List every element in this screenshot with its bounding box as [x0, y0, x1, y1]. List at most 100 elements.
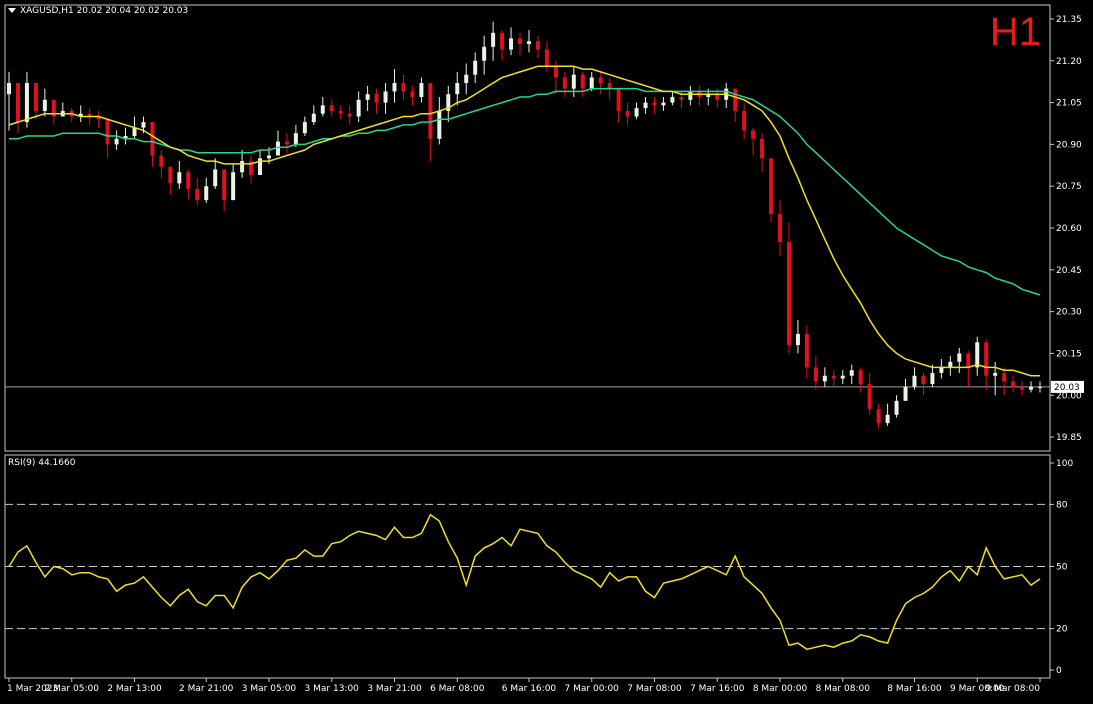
time-axis-label: 8 Mar 00:00 [753, 684, 808, 694]
price-axis-label: 20.90 [1056, 140, 1082, 150]
candle-body [186, 172, 191, 189]
candle-body [616, 88, 621, 111]
candle-body [132, 127, 137, 137]
price-axis-label: 21.20 [1056, 57, 1082, 67]
candle-body [464, 74, 469, 84]
candle-body [1011, 381, 1016, 387]
rsi-axis-label: 20 [1056, 625, 1068, 635]
candle-body [177, 172, 182, 184]
candle-body [7, 83, 11, 95]
candle-body [42, 99, 47, 111]
candle-body [544, 49, 549, 67]
candle-body [150, 122, 155, 156]
price-axis-label: 21.05 [1056, 99, 1082, 109]
candle-body [437, 110, 442, 139]
candle-body [634, 108, 639, 117]
candle-body [509, 38, 514, 50]
candle-body [500, 32, 505, 50]
candle-body [930, 372, 935, 385]
moving-average-fast-line [8, 65, 1040, 377]
time-axis-label: 7 Mar 08:00 [627, 684, 682, 694]
dropdown-triangle-icon[interactable] [8, 8, 16, 13]
time-axis-label: 3 Mar 21:00 [367, 684, 422, 694]
candle-body [966, 353, 971, 368]
candle-body [231, 172, 236, 201]
candle-body [365, 94, 370, 100]
chart-window[interactable]: 21.35 21.20 21.05 20.90 20.75 20.60 20.45 20.30… [0, 0, 1093, 700]
candle-body [984, 342, 989, 376]
candle-body [266, 155, 271, 159]
candle-body [419, 83, 424, 97]
candle-body [168, 166, 173, 184]
candle-body [392, 83, 397, 92]
candle-body [562, 77, 567, 89]
candle-body [347, 113, 352, 117]
candle-body [329, 105, 334, 111]
candle-body [571, 74, 576, 89]
candle-body [535, 41, 540, 50]
candle-body [885, 414, 890, 424]
candle-body [993, 372, 998, 376]
candle-body [751, 130, 756, 139]
candle-body [769, 158, 774, 215]
time-axis-label: 3 Mar 13:00 [305, 684, 360, 694]
candle-body [778, 214, 783, 242]
candle-body [526, 41, 531, 45]
chart-canvas[interactable]: 21.35 21.20 21.05 20.90 20.75 20.60 20.45 20.30… [0, 0, 1093, 700]
rsi-axis-label: 100 [1056, 459, 1073, 469]
candle-body [795, 333, 800, 346]
rsi-axis-label: 0 [1056, 666, 1062, 676]
candle-body [1002, 372, 1007, 382]
candle-body [383, 91, 388, 103]
candle-body [688, 91, 693, 100]
candle-body [813, 367, 818, 382]
candle-body [204, 186, 209, 201]
candle-body [661, 102, 666, 106]
time-axis-label: 9 Mar 08:00 [986, 684, 1041, 694]
time-axis-label: 7 Mar 16:00 [690, 684, 745, 694]
candle-body [553, 66, 558, 78]
candle-body [311, 113, 316, 123]
rsi-indicator-label: RSI(9) 44.1660 [8, 458, 76, 468]
candle-body [975, 342, 980, 368]
candle-body [105, 119, 110, 145]
time-axis-label: 8 Mar 08:00 [816, 684, 871, 694]
price-axis-label: 20.60 [1056, 224, 1082, 234]
candles-group [7, 21, 1042, 429]
candle-body [598, 77, 603, 84]
candle-body [33, 83, 38, 111]
candle-body [473, 60, 478, 75]
candle-body [679, 96, 684, 100]
candle-body [894, 400, 899, 415]
candle-body [410, 91, 415, 97]
candle-body [482, 46, 487, 61]
current-price-label: 20.03 [1054, 383, 1080, 393]
candle-body [858, 370, 863, 385]
candle-body [670, 96, 675, 103]
candle-body [1038, 386, 1042, 388]
time-axis-label: 3 Mar 05:00 [242, 684, 297, 694]
candle-body [159, 155, 164, 167]
candle-body [374, 94, 379, 103]
candle-body [733, 88, 738, 111]
candle-body [455, 83, 460, 95]
candle-body [652, 102, 657, 106]
candle-body [401, 83, 406, 92]
candle-body [1029, 386, 1034, 390]
candle-body [302, 122, 307, 134]
time-axis-label: 2 Mar 21:00 [179, 684, 234, 694]
time-axis-label: 8 Mar 16:00 [887, 684, 942, 694]
candle-body [840, 375, 845, 379]
candle-body [320, 105, 325, 114]
candle-body [518, 38, 523, 45]
rsi-axis-label: 80 [1056, 500, 1068, 510]
candle-body [589, 77, 594, 89]
candle-body [876, 409, 881, 424]
candle-body [1020, 386, 1025, 390]
candle-body [275, 141, 280, 156]
candle-body [141, 122, 146, 128]
candle-body [948, 361, 953, 368]
price-axis-label: 21.35 [1056, 15, 1082, 25]
moving-average-slow-line [9, 87, 1041, 296]
candle-body [428, 83, 433, 139]
